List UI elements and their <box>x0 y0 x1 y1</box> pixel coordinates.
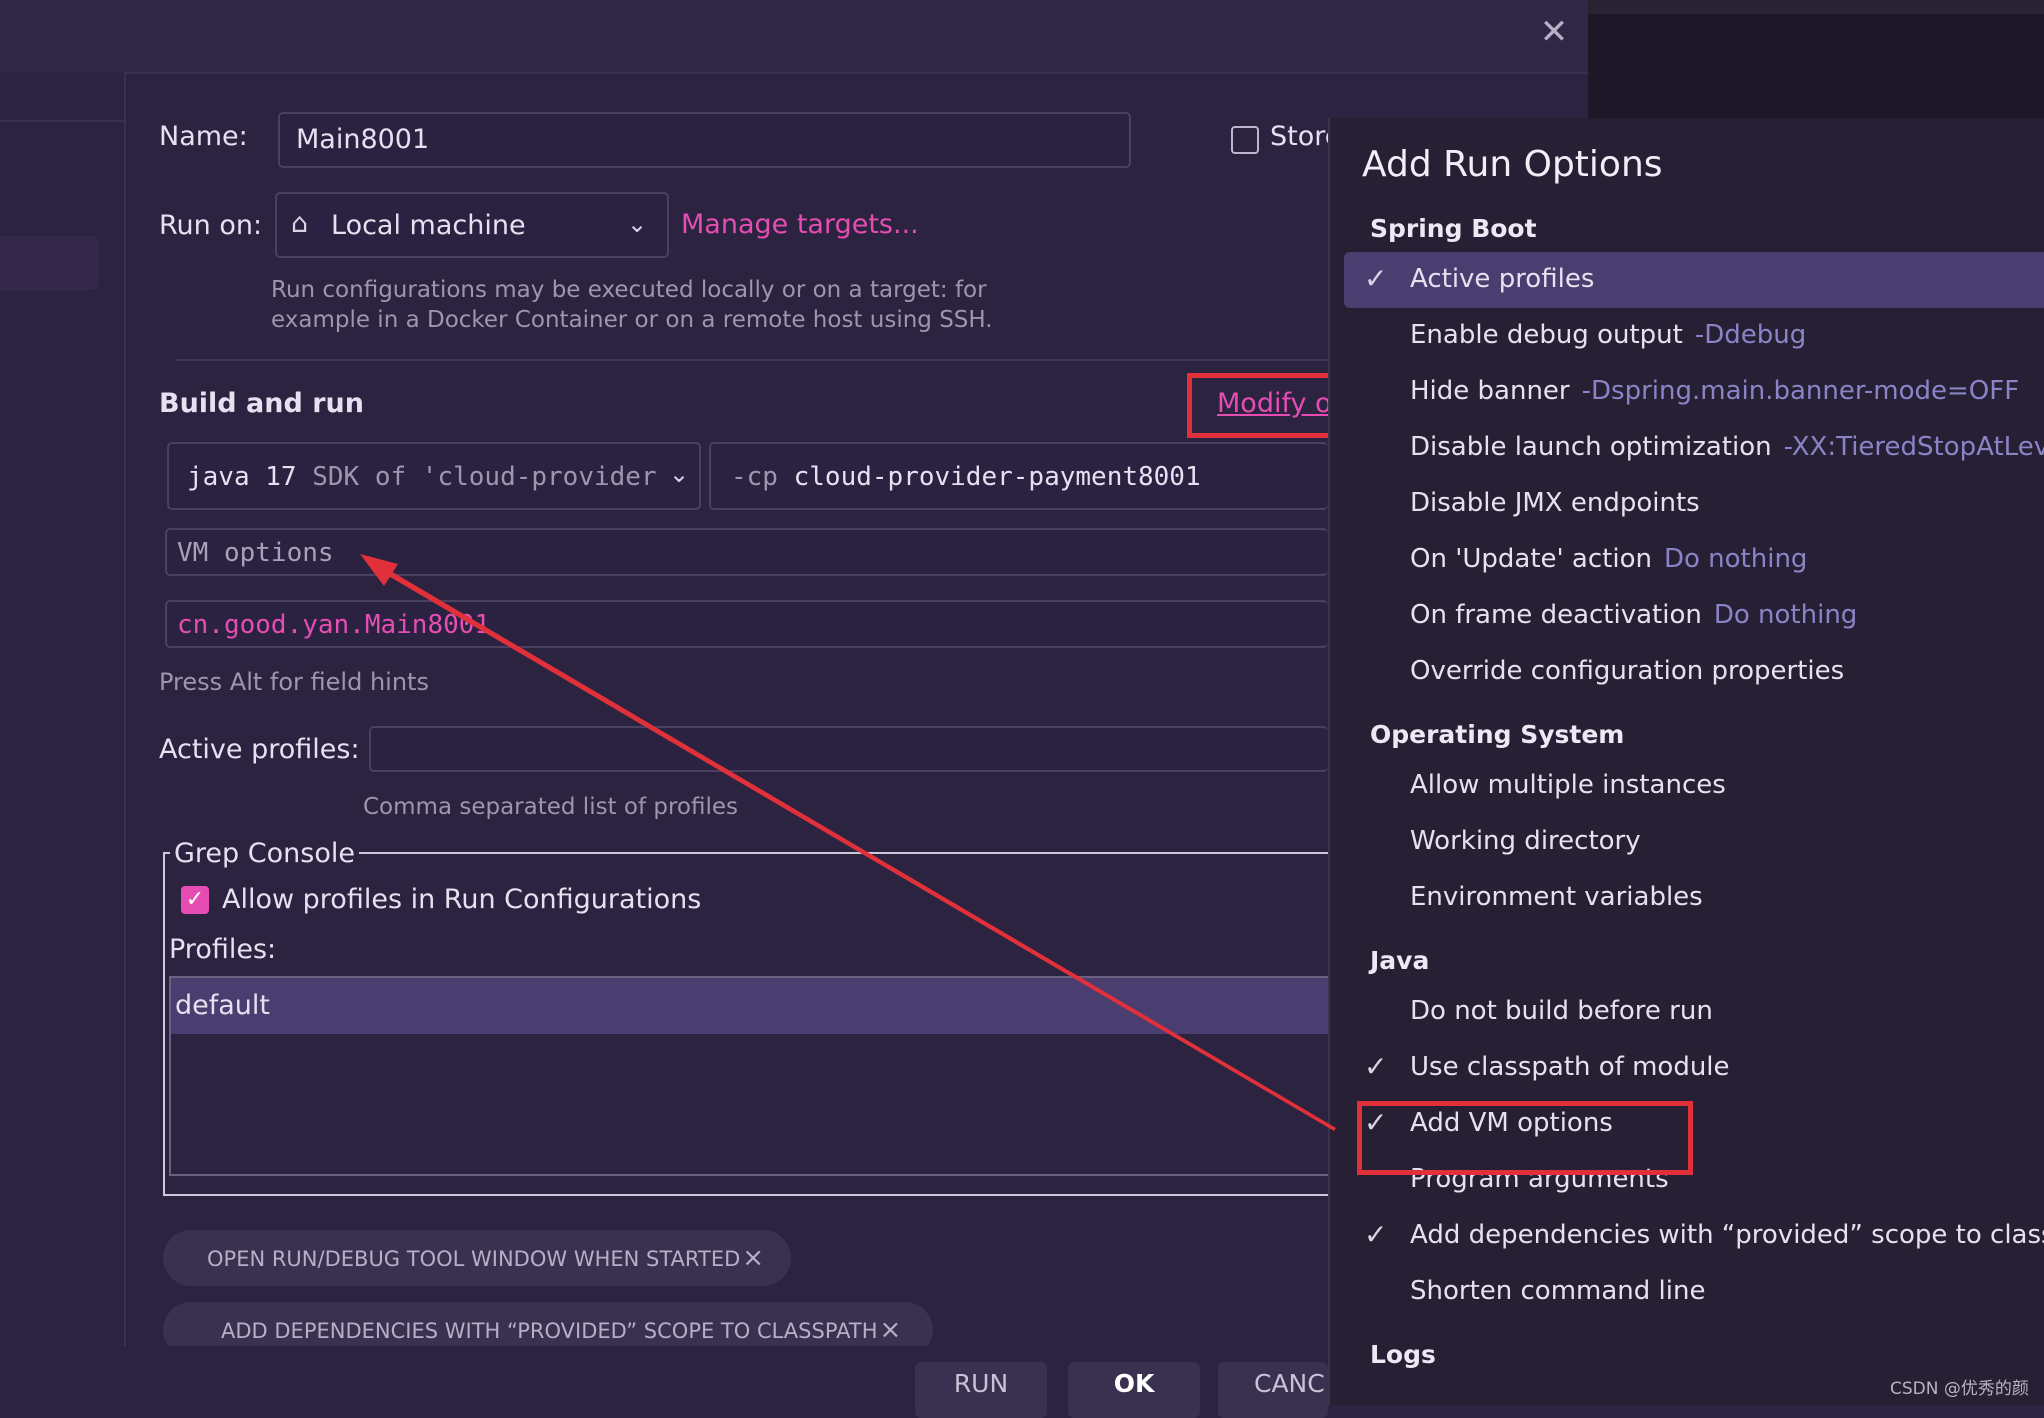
annotation-arrow <box>360 554 1336 1131</box>
watermark: CSDN @优秀的颜 <box>1890 1379 2029 1399</box>
annotation-arrow-shaft <box>368 560 1336 1131</box>
annotation-arrow-head <box>360 554 398 586</box>
